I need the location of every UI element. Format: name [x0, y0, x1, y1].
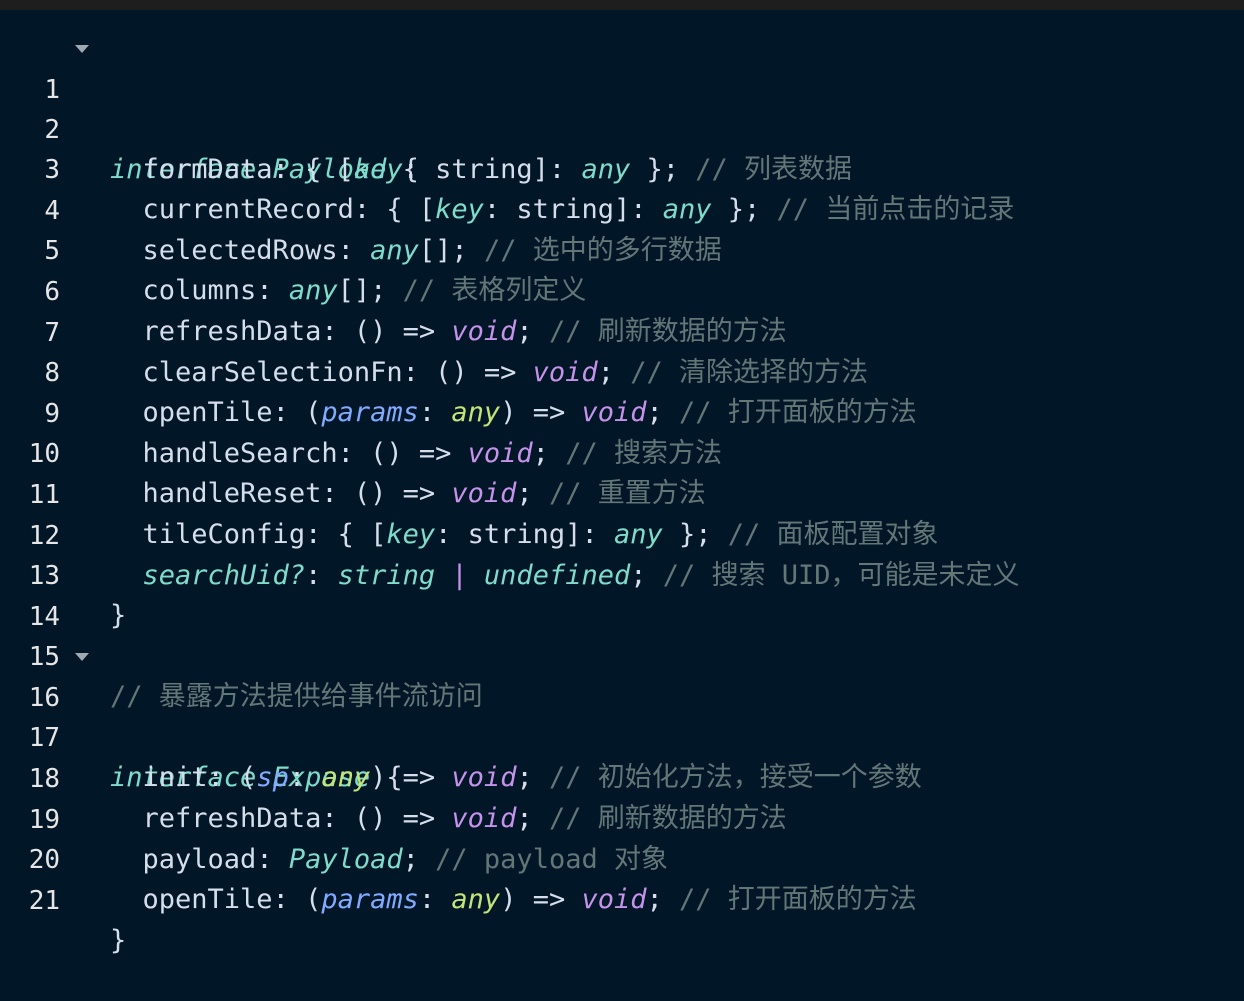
code-line-9[interactable]: 9 handleSearch: () => void; // 搜索方法 — [0, 354, 1244, 469]
code-line-21[interactable]: 21 } — [0, 841, 1244, 956]
code-line-12[interactable]: 12 searchUid?: string | undefined; // 搜索… — [0, 476, 1244, 591]
code-line-3[interactable]: 3 currentRecord: { [key: string]: any };… — [0, 110, 1244, 225]
line-number: 21 — [28, 886, 60, 916]
code-line-11[interactable]: 11 tileConfig: { [key: string]: any }; /… — [0, 435, 1244, 550]
code-line-4[interactable]: 4 selectedRows: any[]; // 选中的多行数据 — [0, 151, 1244, 266]
type-any: any — [451, 884, 501, 915]
code-line-14[interactable]: 14 — [0, 557, 1244, 632]
code-line-16[interactable]: 16 interface Expose { — [0, 638, 1244, 793]
param-name: params — [321, 884, 419, 915]
code-punctuation: ; — [646, 884, 663, 915]
brace: } — [110, 925, 127, 956]
code-line-20[interactable]: 20 openTile: (params: any) => void; // 打… — [0, 800, 1244, 915]
code-line-15[interactable]: 15 // 暴露方法提供给事件流访问 — [0, 597, 1244, 712]
code-line-5[interactable]: 5 columns: any[]; // 表格列定义 — [0, 191, 1244, 306]
code-line-7[interactable]: 7 clearSelectionFn: () => void; // 清除选择的… — [0, 273, 1244, 388]
code-punctuation: : — [418, 884, 452, 915]
code-line-13[interactable]: 13 } — [0, 516, 1244, 631]
code-editor[interactable]: 1 interface Payload { 2 formData: { [key… — [0, 10, 1244, 956]
fold-arrow-icon[interactable] — [75, 45, 89, 53]
code-line-8[interactable]: 8 openTile: (params: any) => void; // 打开… — [0, 313, 1244, 428]
code-line-6[interactable]: 6 refreshData: () => void; // 刷新数据的方法 — [0, 232, 1244, 347]
property-name: openTile — [142, 884, 273, 915]
code-line-19[interactable]: 19 payload: Payload; // payload 对象 — [0, 760, 1244, 875]
code-line-2[interactable]: 2 formData: { [key: string]: any }; // 列… — [0, 70, 1244, 185]
code-punctuation: : ( — [272, 884, 322, 915]
code-line-18[interactable]: 18 refreshData: () => void; // 刷新数据的方法 — [0, 719, 1244, 834]
code-line-1[interactable]: 1 interface Payload { — [0, 30, 1244, 185]
code-line-10[interactable]: 10 handleReset: () => void; // 重置方法 — [0, 394, 1244, 509]
code-line-17[interactable]: 17 init: (sp: any) => void; // 初始化方法，接受一… — [0, 678, 1244, 793]
code-punctuation: ) => — [500, 884, 582, 915]
type-void: void — [581, 884, 647, 915]
code-comment: // 打开面板的方法 — [679, 884, 917, 915]
fold-arrow-icon[interactable] — [75, 653, 89, 661]
